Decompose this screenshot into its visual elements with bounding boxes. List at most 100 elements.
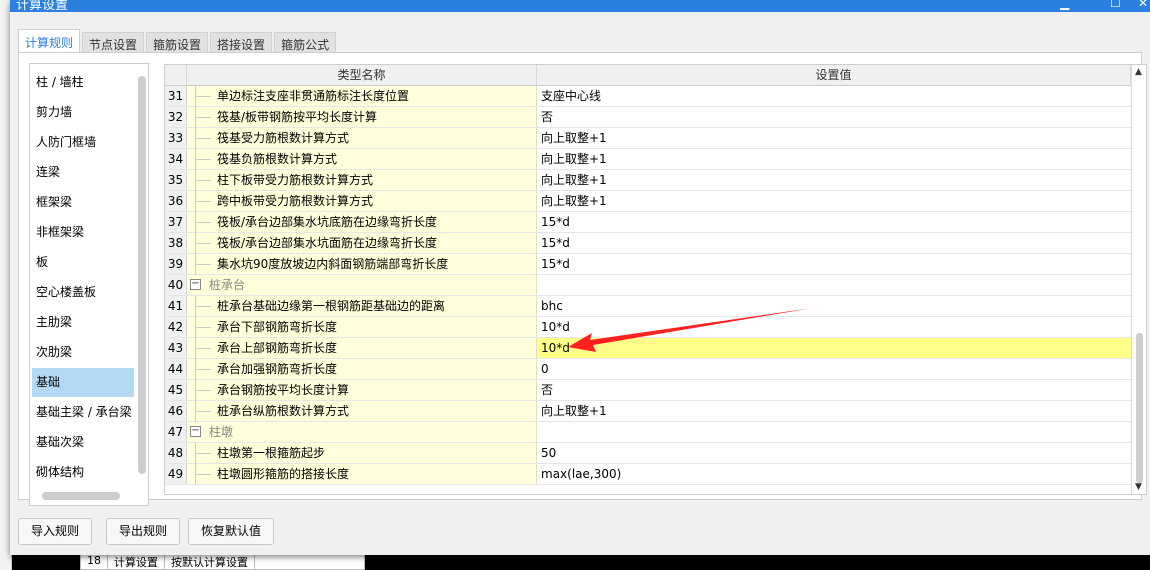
value-cell[interactable]: 15*d [537, 233, 1131, 253]
grid-row[interactable]: 35 柱下板带受力筋根数计算方式 向上取整+1 [165, 170, 1131, 191]
setting-name: 承台下部钢筋弯折长度 [217, 320, 338, 334]
grid-row[interactable]: 41 桩承台基础边缘第一根钢筋距基础边的距离 bhc [165, 296, 1131, 317]
value-cell[interactable]: 向上取整+1 [537, 170, 1131, 190]
bg-cell: 计算设置 [108, 553, 165, 569]
value-cell[interactable]: 10*d [537, 317, 1131, 337]
grid-row[interactable]: 44 承台加强钢筋弯折长度 0 [165, 359, 1131, 380]
value-cell[interactable]: 50 [537, 443, 1131, 463]
category-item[interactable]: 砌体结构 [32, 458, 134, 487]
value-cell[interactable]: max(lae,300) [537, 464, 1131, 484]
value-cell[interactable]: 15*d [537, 254, 1131, 274]
grid-row[interactable]: 38 筏板/承台边部集水坑面筋在边缘弯折长度 15*d [165, 233, 1131, 254]
tree-branch [195, 306, 211, 307]
import-rules-button[interactable]: 导入规则 [18, 518, 93, 545]
category-item[interactable]: 连梁 [32, 158, 134, 187]
grid-row[interactable]: 47− 柱墩 [165, 422, 1131, 443]
grid-vscroll[interactable]: ▲ ▼ [1131, 65, 1146, 494]
grid-row[interactable]: 39 集水坑90度放坡边内斜面钢筋端部弯折长度 15*d [165, 254, 1131, 275]
value-cell[interactable]: 否 [537, 107, 1131, 127]
category-item[interactable]: 板 [32, 248, 134, 277]
value-cell[interactable]: bhc [537, 296, 1131, 316]
value-cell[interactable]: 0 [537, 359, 1131, 379]
group-label: 桩承台 [209, 278, 246, 292]
category-item[interactable]: 剪力墙 [32, 98, 134, 127]
setting-name: 筏板/承台边部集水坑面筋在边缘弯折长度 [217, 236, 438, 250]
tab-4[interactable]: 箍筋公式 [274, 32, 337, 54]
grid-row[interactable]: 42 承台下部钢筋弯折长度 10*d [165, 317, 1131, 338]
tab-2[interactable]: 箍筋设置 [146, 32, 209, 54]
grid-row[interactable]: 43 承台上部钢筋弯折长度 10*d [165, 338, 1131, 359]
minimize-icon[interactable]: ▁ [1060, 0, 1069, 10]
window-title: 计算设置 [16, 0, 69, 12]
grid-row[interactable]: 36 跨中板带受力筋根数计算方式 向上取整+1 [165, 191, 1131, 212]
value-cell[interactable]: 向上取整+1 [537, 401, 1131, 421]
value-cell[interactable]: 15*d [537, 212, 1131, 232]
scroll-down-icon[interactable]: ▼ [1135, 482, 1142, 492]
scroll-thumb[interactable] [1136, 333, 1143, 483]
value-cell[interactable]: 向上取整+1 [537, 149, 1131, 169]
name-cell: 跨中板带受力筋根数计算方式 [187, 191, 537, 212]
value-cell[interactable] [537, 422, 1131, 442]
tree-branch [195, 96, 211, 97]
scroll-up-icon[interactable]: ▲ [1135, 67, 1142, 77]
grid-row[interactable]: 46 桩承台纵筋根数计算方式 向上取整+1 [165, 401, 1131, 422]
bg-cell: 18 [81, 553, 108, 569]
grid-row[interactable]: 32 筏基/板带钢筋按平均长度计算 否 [165, 107, 1131, 128]
value-cell[interactable]: 向上取整+1 [537, 128, 1131, 148]
value-cell[interactable]: 支座中心线 [537, 86, 1131, 106]
collapse-icon[interactable]: − [190, 279, 201, 290]
tree-branch [195, 243, 211, 244]
settings-grid: 类型名称 设置值 31 单边标注支座非贯通筋标注长度位置 支座中心线 32 筏基/板带钢… [164, 64, 1147, 495]
category-item[interactable]: 非框架梁 [32, 218, 134, 247]
row-number: 48 [165, 443, 187, 463]
export-rules-button[interactable]: 导出规则 [106, 518, 181, 545]
header-value: 设置值 [537, 65, 1131, 85]
row-number: 39 [165, 254, 187, 274]
name-cell: 桩承台基础边缘第一根钢筋距基础边的距离 [187, 296, 537, 317]
setting-name: 柱墩第一根箍筋起步 [217, 446, 326, 460]
row-number: 32 [165, 107, 187, 127]
grid-row[interactable]: 33 筏基受力筋根数计算方式 向上取整+1 [165, 128, 1131, 149]
close-icon[interactable]: ✕ [1138, 0, 1148, 10]
row-number: 43 [165, 338, 187, 358]
name-cell: 筏基/板带钢筋按平均长度计算 [187, 107, 537, 128]
category-item[interactable]: 框架梁 [32, 188, 134, 217]
header-name: 类型名称 [187, 65, 537, 85]
category-item[interactable]: 柱 / 墙柱 [32, 68, 134, 97]
category-list-vscroll[interactable] [138, 76, 146, 474]
grid-row[interactable]: 31 单边标注支座非贯通筋标注长度位置 支座中心线 [165, 86, 1131, 107]
row-number: 35 [165, 170, 187, 190]
grid-row[interactable]: 45 承台钢筋按平均长度计算 否 [165, 380, 1131, 401]
maximize-icon[interactable]: ☐ [1110, 0, 1121, 10]
name-cell: − 柱墩 [187, 422, 537, 442]
setting-name: 筏基负筋根数计算方式 [217, 152, 338, 166]
value-cell[interactable]: 否 [537, 380, 1131, 400]
value-cell[interactable] [537, 275, 1131, 295]
tab-3[interactable]: 搭接设置 [210, 32, 273, 54]
category-item[interactable]: 次肋梁 [32, 338, 134, 367]
row-number: 46 [165, 401, 187, 421]
tab-0[interactable]: 计算规则 [18, 29, 81, 54]
category-list-hscroll[interactable] [42, 492, 120, 500]
category-item[interactable]: 主肋梁 [32, 308, 134, 337]
category-item[interactable]: 基础次梁 [32, 428, 134, 457]
grid-row[interactable]: 37 筏板/承台边部集水坑底筋在边缘弯折长度 15*d [165, 212, 1131, 233]
value-cell[interactable]: 10*d [537, 338, 1131, 358]
tree-branch [195, 327, 211, 328]
category-item[interactable]: 基础 [32, 368, 134, 397]
collapse-icon[interactable]: − [190, 426, 201, 437]
category-item[interactable]: 基础主梁 / 承台梁 [32, 398, 134, 427]
row-number: 49 [165, 464, 187, 484]
setting-name: 集水坑90度放坡边内斜面钢筋端部弯折长度 [217, 257, 449, 271]
grid-row[interactable]: 49 柱墩圆形箍筋的搭接长度 max(lae,300) [165, 464, 1131, 485]
value-cell[interactable]: 向上取整+1 [537, 191, 1131, 211]
grid-row[interactable]: 40− 桩承台 [165, 275, 1131, 296]
tab-1[interactable]: 节点设置 [82, 32, 145, 54]
category-item[interactable]: 人防门框墙 [32, 128, 134, 157]
restore-defaults-button[interactable]: 恢复默认值 [188, 518, 275, 545]
grid-row[interactable]: 48 柱墩第一根箍筋起步 50 [165, 443, 1131, 464]
category-item[interactable]: 空心楼盖板 [32, 278, 134, 307]
setting-name: 承台加强钢筋弯折长度 [217, 362, 338, 376]
grid-row[interactable]: 34 筏基负筋根数计算方式 向上取整+1 [165, 149, 1131, 170]
grid-header: 类型名称 设置值 [165, 65, 1131, 86]
